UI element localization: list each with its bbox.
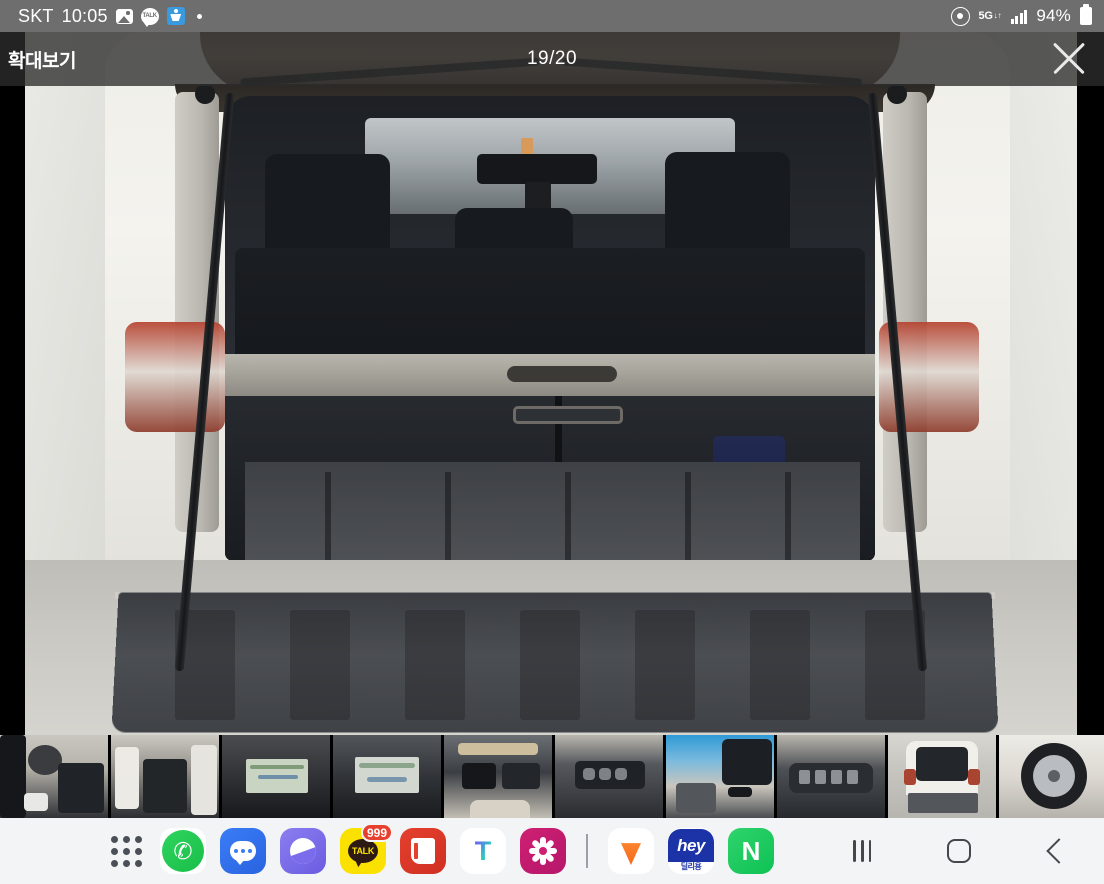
viewer-topbar: 확대보기 19/20 <box>0 32 1104 86</box>
more-dot-icon <box>196 13 202 19</box>
phone-app-icon[interactable]: ✆ <box>160 828 206 874</box>
photo-rearview-mirror <box>477 154 597 184</box>
thumbnail-6[interactable] <box>555 735 663 818</box>
back-button[interactable] <box>1028 823 1084 879</box>
phone-handset-icon: ✆ <box>162 830 204 872</box>
thumbnail-2[interactable] <box>111 735 219 818</box>
hotspot-icon <box>950 6 970 26</box>
hey-app-icon[interactable]: hey 딜리용 <box>668 828 714 874</box>
thumbnail-image <box>777 735 885 818</box>
thumbnail-8[interactable] <box>777 735 885 818</box>
status-bar-left: SKT 10:05 TALK <box>18 6 202 27</box>
network-5g-icon: 5G ↓↑ <box>978 9 1002 22</box>
battery-icon <box>1080 7 1092 25</box>
photo-seatback <box>235 248 865 368</box>
photo-tailgate-slat <box>405 610 465 720</box>
carrot-icon <box>621 843 641 865</box>
messages-app-icon[interactable] <box>220 828 266 874</box>
thumbnail-9[interactable] <box>888 735 996 818</box>
kakao-bubble-icon: TALK <box>348 839 378 863</box>
photo-tailgate-slat <box>750 610 810 720</box>
chat-bubble-icon <box>230 841 256 865</box>
status-bar: SKT 10:05 TALK 5G ↓↑ 94% <box>0 0 1104 32</box>
thumbnail-3[interactable] <box>222 735 330 818</box>
tmap-letter-icon: T <box>474 835 492 866</box>
photo-cover-slot <box>507 366 617 382</box>
samsung-internet-app-icon[interactable] <box>280 828 326 874</box>
blue-app-icon <box>166 7 185 25</box>
naver-letter-icon: N <box>741 835 761 866</box>
photo-strut-cap <box>195 84 215 104</box>
note-page-icon <box>411 838 435 864</box>
thumbnail-image <box>999 735 1104 818</box>
home-icon <box>946 839 971 863</box>
thumbnail-image <box>333 735 441 818</box>
kakaotalk-app-icon[interactable]: TALK 999 <box>340 823 393 874</box>
thumbnail-image <box>888 735 996 818</box>
status-bar-right: 5G ↓↑ 94% <box>950 6 1092 26</box>
photo-counter: 19/20 <box>526 48 578 69</box>
hey-sub-label: 딜리용 <box>680 862 702 871</box>
thumbnail-4[interactable] <box>333 735 441 818</box>
tmap-app-icon[interactable]: T <box>460 828 506 874</box>
planet-icon <box>290 838 316 864</box>
thumbnail-image <box>666 735 774 818</box>
thumbnail-image <box>111 735 219 818</box>
kakaotalk-badge: 999 <box>360 823 393 842</box>
home-button[interactable] <box>931 823 987 879</box>
karrot-app-icon[interactable] <box>608 828 654 874</box>
main-photo[interactable] <box>25 32 1077 735</box>
naver-app-icon[interactable]: N <box>728 828 774 874</box>
note-app-icon[interactable] <box>400 828 446 874</box>
dock-app-list: ✆ TALK 999 T hey 딜리용 N <box>0 823 774 874</box>
dock-divider <box>586 834 588 868</box>
network-arrows-icon: ↓↑ <box>993 11 1002 21</box>
carrier-label: SKT <box>18 5 54 26</box>
thumbnail-10[interactable] <box>999 735 1104 818</box>
photo-viewer[interactable]: 확대보기 19/20 <box>0 32 1104 735</box>
recents-icon <box>853 840 872 862</box>
thumbnail-image <box>222 735 330 818</box>
phone-screen: SKT 10:05 TALK 5G ↓↑ 94% 확대보기 19/20 ✆ TA… <box>0 0 1104 884</box>
cake-app-icon[interactable] <box>520 828 566 874</box>
kakaotalk-icon: TALK <box>140 7 159 27</box>
back-chevron-icon <box>1045 838 1072 864</box>
thumbnail-7[interactable] <box>666 735 774 818</box>
flower-icon <box>529 837 557 865</box>
thumbnail-image <box>444 735 552 818</box>
hey-logo-icon: hey <box>668 829 714 862</box>
battery-percent-label: 94% <box>1036 6 1071 25</box>
photo-tailgate-slat <box>635 610 695 720</box>
photo-strut-cap <box>887 84 907 104</box>
recents-button[interactable] <box>834 823 890 879</box>
thumbnail-image <box>0 735 108 818</box>
photo-canvas <box>25 32 1077 735</box>
gallery-icon <box>115 8 133 24</box>
network-label: 5G <box>978 9 993 22</box>
clock-label: 10:05 <box>61 5 108 26</box>
photo-tailgate-slat <box>290 610 350 720</box>
thumbnail-5[interactable] <box>444 735 552 818</box>
photo-tailgate-slat <box>520 610 580 720</box>
apps-grid-icon[interactable] <box>106 828 146 874</box>
photo-seat-handle <box>513 406 623 424</box>
signal-bars-icon <box>1010 9 1028 24</box>
thumbnail-1[interactable] <box>0 735 108 818</box>
close-icon[interactable] <box>1042 32 1096 85</box>
navigation-bar <box>814 818 1104 884</box>
thumbnail-strip[interactable] <box>0 735 1104 818</box>
thumbnail-image <box>555 735 663 818</box>
